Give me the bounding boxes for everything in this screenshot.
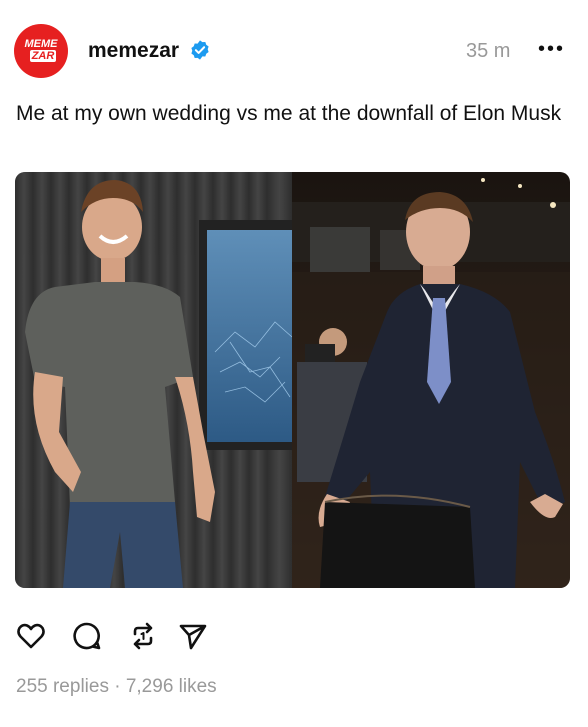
heart-icon[interactable] <box>15 620 47 652</box>
verified-badge-icon <box>191 40 209 60</box>
avatar-logo-line1: MEME <box>20 38 62 50</box>
send-icon[interactable] <box>177 620 209 652</box>
avatar-logo-line2: ZAR <box>30 50 56 62</box>
comment-icon[interactable] <box>71 620 103 652</box>
post-photo <box>15 172 570 588</box>
repost-icon[interactable] <box>127 620 159 652</box>
avatar[interactable]: MEME ZAR <box>14 24 68 78</box>
post-stats[interactable]: 255 replies · 7,296 likes <box>16 676 217 698</box>
post-image[interactable] <box>15 172 570 588</box>
post-caption: Me at my own wedding vs me at the downfa… <box>16 102 562 125</box>
username[interactable]: memezar <box>88 39 179 63</box>
more-options-button[interactable]: ••• <box>538 38 565 61</box>
post-time: 35 m <box>466 40 511 62</box>
post-header: MEME ZAR memezar 35 m ••• <box>0 0 588 90</box>
